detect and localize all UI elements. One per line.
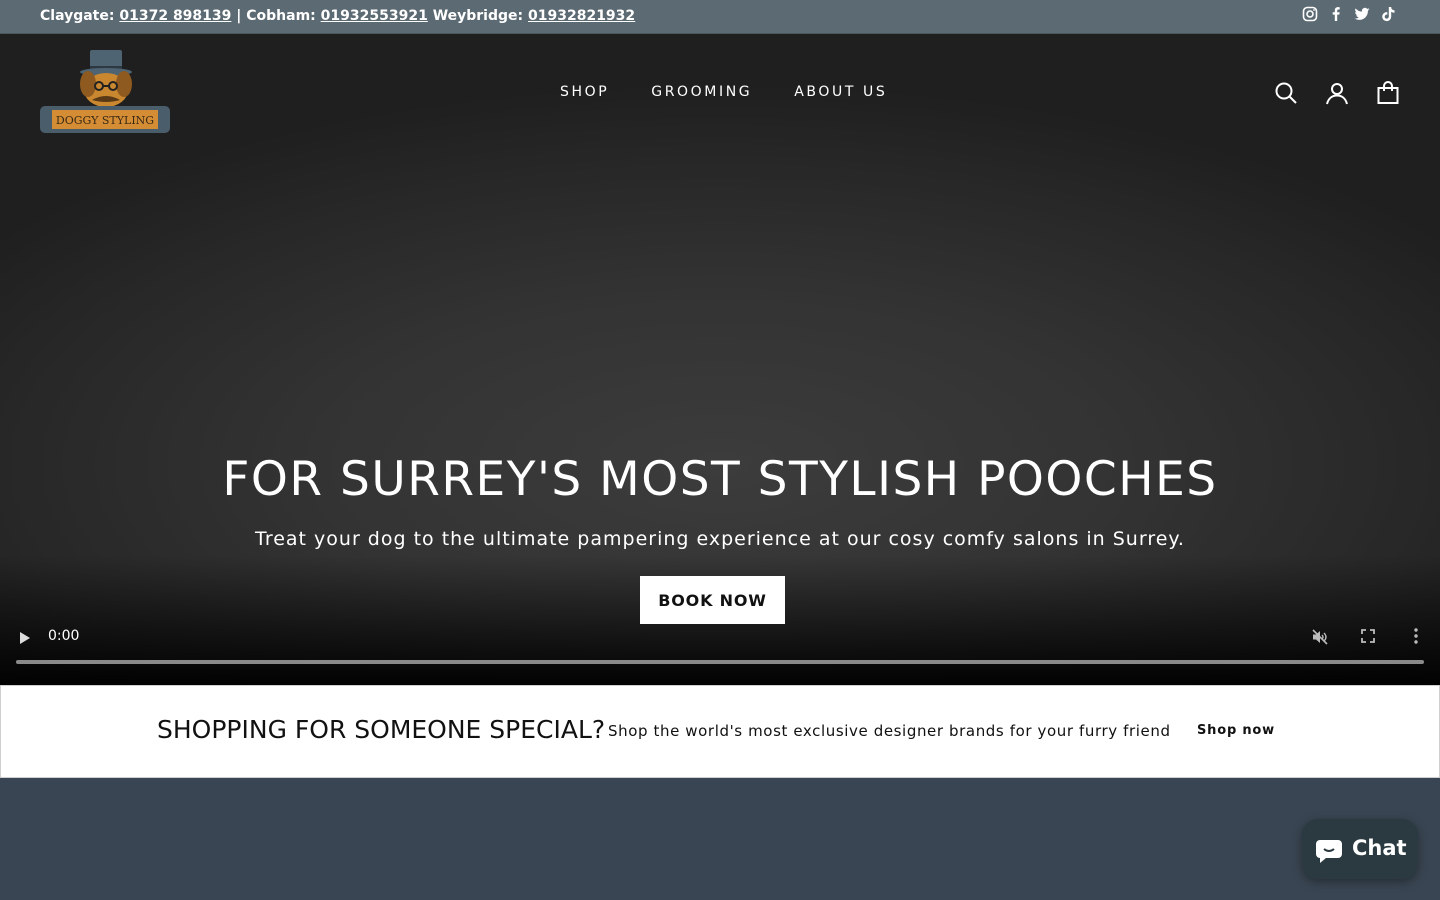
video-controls: 0:00: [0, 618, 1440, 685]
chat-label: Chat: [1352, 836, 1407, 860]
chat-bubble-icon: [1314, 836, 1344, 866]
hero-video[interactable]: DOGGY STYLING SHOP GROOMING ABOUT US FOR…: [0, 34, 1440, 685]
hero-title: FOR SURREY'S MOST STYLISH POOCHES: [222, 452, 1218, 507]
cobham-phone-link[interactable]: 01932553921: [321, 8, 428, 24]
nav-shop[interactable]: SHOP: [560, 84, 609, 100]
nav-about-us[interactable]: ABOUT US: [794, 84, 887, 100]
site-header: DOGGY STYLING SHOP GROOMING ABOUT US: [0, 34, 1440, 154]
account-icon[interactable]: [1325, 81, 1349, 105]
weybridge-phone-link[interactable]: 01932821932: [528, 8, 635, 24]
logo-text: DOGGY STYLING: [56, 114, 154, 127]
search-icon[interactable]: [1274, 81, 1298, 105]
promo-title: SHOPPING FOR SOMEONE SPECIAL?: [157, 715, 606, 744]
phone-numbers: Claygate: 01372 898139 | Cobham: 0193255…: [40, 8, 635, 24]
nav-grooming[interactable]: GROOMING: [651, 84, 752, 100]
claygate-label: Claygate:: [40, 8, 115, 24]
more-options-icon[interactable]: [1410, 627, 1422, 645]
hero-subtitle: Treat your dog to the ultimate pampering…: [255, 528, 1185, 550]
video-time: 0:00: [48, 628, 80, 644]
social-links: [1302, 6, 1396, 24]
facebook-icon[interactable]: [1328, 6, 1344, 24]
header-icons: [1274, 81, 1400, 105]
cart-icon[interactable]: [1376, 81, 1400, 105]
main-nav: SHOP GROOMING ABOUT US: [560, 84, 887, 100]
fullscreen-icon[interactable]: [1360, 628, 1376, 644]
book-now-button[interactable]: BOOK NOW: [640, 576, 785, 624]
shop-now-link[interactable]: Shop now: [1197, 723, 1275, 738]
video-progress-bar[interactable]: [16, 660, 1424, 664]
promo-text: Shop the world's most exclusive designer…: [608, 722, 1171, 740]
announcement-bar: Claygate: 01372 898139 | Cobham: 0193255…: [0, 0, 1440, 34]
claygate-phone-link[interactable]: 01372 898139: [119, 8, 231, 24]
promo-banner: SHOPPING FOR SOMEONE SPECIAL? Shop the w…: [0, 685, 1440, 778]
instagram-icon[interactable]: [1302, 6, 1318, 24]
play-icon[interactable]: [18, 630, 32, 646]
muted-icon[interactable]: [1311, 628, 1329, 646]
cobham-label: Cobham:: [246, 8, 316, 24]
twitter-icon[interactable]: [1354, 6, 1370, 24]
chat-button[interactable]: Chat: [1302, 819, 1418, 879]
tiktok-icon[interactable]: [1380, 6, 1396, 24]
doggy-styling-logo[interactable]: DOGGY STYLING: [40, 48, 170, 140]
weybridge-label: Weybridge:: [432, 8, 524, 24]
separator: |: [236, 8, 242, 24]
